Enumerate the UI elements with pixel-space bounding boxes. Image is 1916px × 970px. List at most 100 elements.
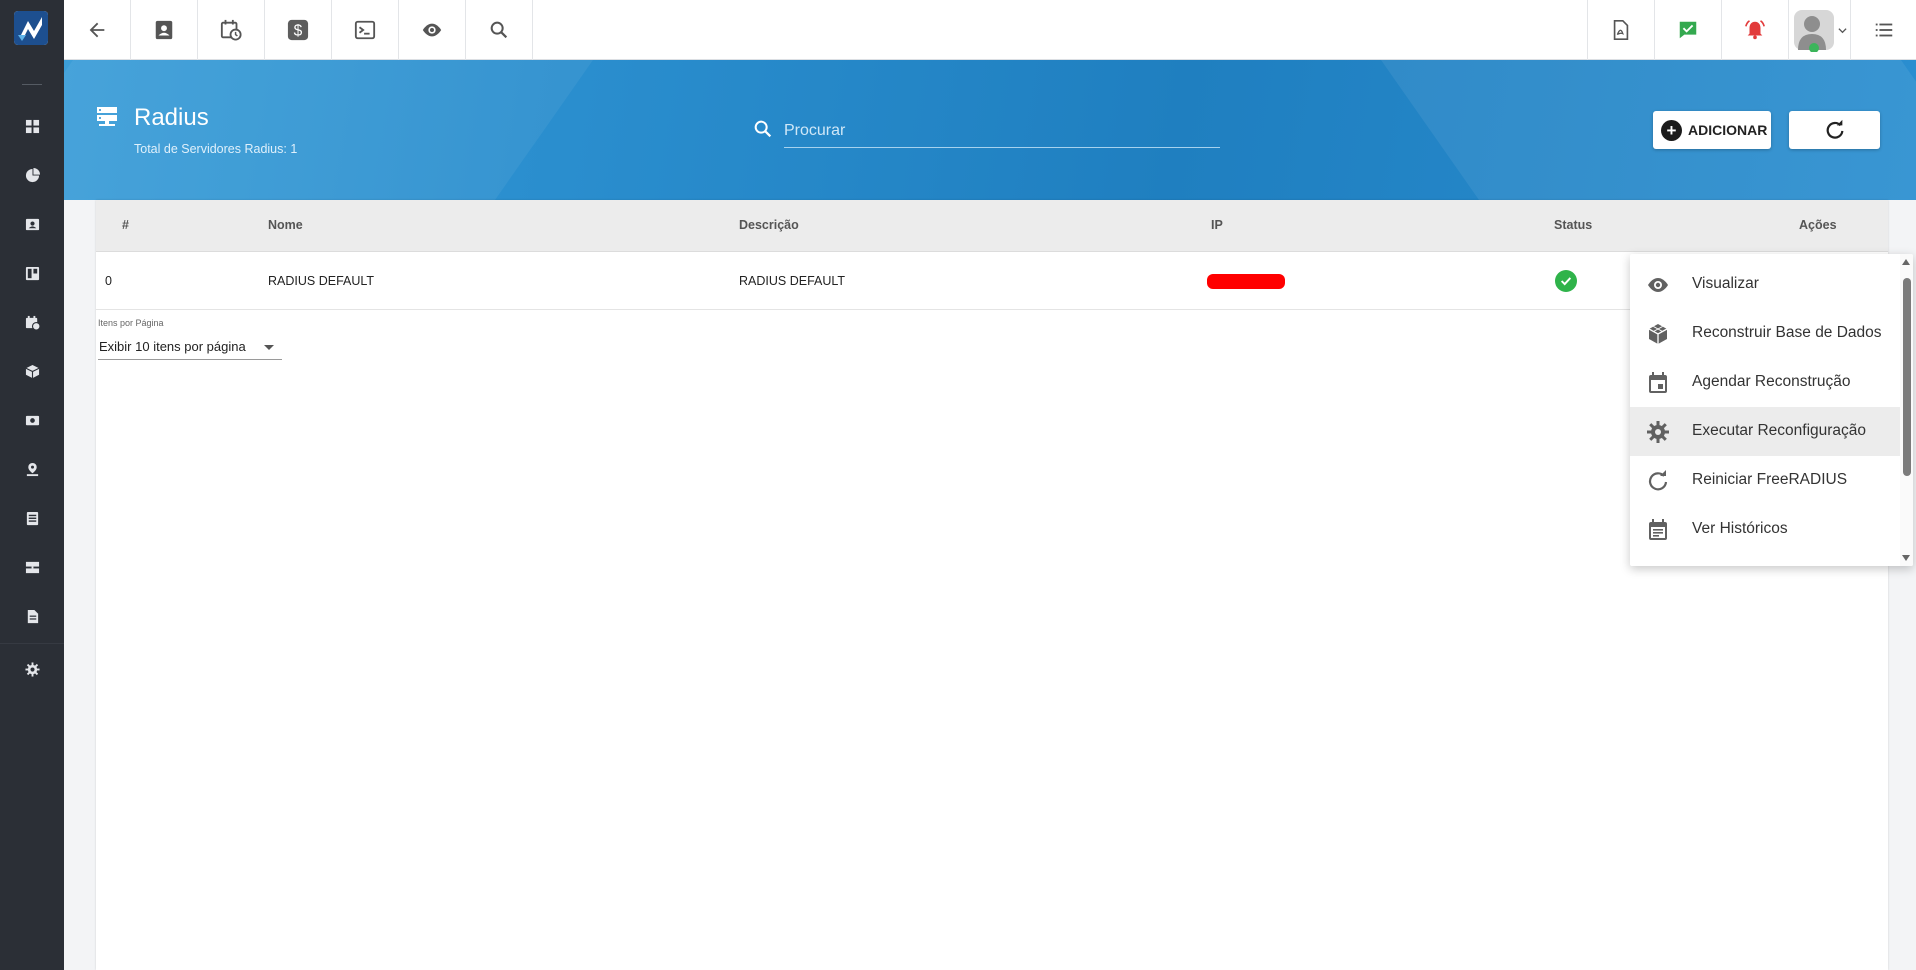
refresh-icon — [1648, 470, 1668, 491]
column-header-ip[interactable]: IP — [1211, 218, 1223, 232]
column-header-actions: Ações — [1799, 218, 1837, 232]
eye-icon — [1648, 278, 1668, 292]
dashboard-icon — [25, 119, 39, 134]
menu-list-icon — [1875, 23, 1892, 37]
sidebar-item-list[interactable] — [0, 494, 64, 543]
contact-card-icon — [155, 20, 173, 40]
sidebar-item-inventory[interactable] — [0, 347, 64, 396]
back-arrow-icon — [89, 22, 105, 38]
refresh-icon — [1826, 119, 1843, 139]
board-icon — [25, 266, 39, 281]
terminal-button[interactable] — [332, 0, 399, 60]
top-toolbar: $ — [64, 0, 1916, 60]
search-icon — [754, 120, 772, 138]
page-title: Radius — [134, 104, 209, 131]
items-per-page-select[interactable]: Exibir 10 itens por página — [98, 334, 282, 360]
document-icon — [27, 609, 38, 624]
menu-item-run-reconfiguration[interactable]: Executar Reconfiguração — [1630, 407, 1900, 456]
refresh-button[interactable] — [1789, 111, 1880, 149]
menu-item-rebuild-database[interactable]: Reconstruir Base de Dados — [1630, 309, 1900, 358]
menu-item-label: Executar Reconfiguração — [1692, 422, 1867, 439]
alarms-button[interactable] — [1721, 0, 1788, 60]
server-icon — [25, 561, 39, 574]
actions-menu: Visualizar Reconstruir Base de Dados Age… — [1630, 254, 1913, 566]
dollar-icon: $ — [287, 19, 309, 41]
ip-redaction — [1207, 274, 1285, 289]
calendar-clock-icon — [220, 19, 242, 41]
content-card: # Nome Descrição IP Status Ações 0 RADIU… — [96, 200, 1888, 970]
gear-icon — [1647, 421, 1669, 443]
schedule-button[interactable] — [198, 0, 265, 60]
search-icon — [490, 21, 508, 39]
search-button[interactable] — [466, 0, 533, 60]
user-avatar — [1794, 10, 1834, 52]
sidebar-item-settings[interactable] — [0, 645, 64, 694]
sidebar-item-schedule[interactable] — [0, 298, 64, 347]
sidebar-item-documents[interactable] — [0, 592, 64, 641]
sidebar-divider — [0, 643, 64, 644]
contacts-button[interactable] — [131, 0, 198, 60]
scroll-thumb[interactable] — [1903, 278, 1911, 476]
back-button[interactable] — [64, 0, 131, 60]
box-icon — [25, 364, 39, 379]
search-input[interactable] — [784, 114, 1220, 148]
items-per-page: Itens por Página Exibir 10 itens por pág… — [98, 318, 282, 360]
sidebar-item-reports[interactable] — [0, 151, 64, 200]
cell-num: 0 — [105, 274, 112, 288]
svg-text:$: $ — [294, 23, 303, 40]
messages-button[interactable] — [1654, 0, 1721, 60]
column-header-description[interactable]: Descrição — [739, 218, 799, 232]
pie-chart-icon — [25, 168, 40, 183]
add-button[interactable]: + ADICIONAR — [1653, 111, 1771, 149]
history-list-icon — [1649, 519, 1667, 540]
sidebar-item-contacts[interactable] — [0, 200, 64, 249]
menu-item-restart-freeradius[interactable]: Reiniciar FreeRADIUS — [1630, 456, 1900, 505]
menu-item-view-history[interactable]: Ver Históricos — [1630, 505, 1900, 554]
scroll-down-icon[interactable] — [1902, 555, 1910, 561]
column-header-num[interactable]: # — [122, 218, 129, 232]
sidebar-divider — [22, 84, 42, 85]
chat-check-icon — [1679, 21, 1697, 39]
alarm-bell-icon — [1745, 20, 1765, 40]
status-ok-icon — [1555, 270, 1577, 292]
add-button-label: ADICIONAR — [1688, 122, 1768, 138]
table-row[interactable]: 0 RADIUS DEFAULT RADIUS DEFAULT — [96, 253, 1888, 310]
chevron-down-icon — [1838, 27, 1847, 33]
user-menu-button[interactable] — [1788, 0, 1850, 60]
pdf-icon — [1613, 20, 1629, 40]
sidebar-item-servers[interactable] — [0, 543, 64, 592]
main-menu-button[interactable] — [1850, 0, 1916, 60]
terminal-icon — [354, 20, 376, 40]
menu-scrollbar[interactable] — [1900, 254, 1913, 566]
contact-icon — [25, 218, 39, 231]
menu-item-view[interactable]: Visualizar — [1630, 260, 1900, 309]
column-header-name[interactable]: Nome — [268, 218, 303, 232]
sidebar-item-board[interactable] — [0, 249, 64, 298]
scroll-up-icon[interactable] — [1902, 259, 1910, 265]
column-header-status[interactable]: Status — [1554, 218, 1592, 232]
cell-description: RADIUS DEFAULT — [739, 274, 846, 288]
money-icon — [25, 415, 39, 426]
dropdown-caret-icon — [264, 345, 274, 350]
menu-item-label: Ver Históricos — [1692, 520, 1788, 537]
menu-item-label: Visualizar — [1692, 275, 1759, 292]
app-logo[interactable] — [14, 11, 48, 45]
page-subtitle: Total de Servidores Radius: 1 — [134, 142, 298, 156]
items-per-page-value: Exibir 10 itens por página — [99, 339, 246, 354]
server-icon — [97, 107, 117, 126]
database-cube-icon — [1648, 324, 1668, 344]
sidebar-item-finance[interactable] — [0, 396, 64, 445]
pdf-button[interactable] — [1587, 0, 1654, 60]
menu-item-schedule-rebuild[interactable]: Agendar Reconstrução — [1630, 358, 1900, 407]
plus-icon: + — [1661, 119, 1682, 141]
sidebar-item-dashboard[interactable] — [0, 102, 64, 151]
settings-icon — [24, 662, 40, 677]
left-sidebar — [0, 0, 64, 970]
menu-item-label: Reconstruir Base de Dados — [1692, 324, 1882, 341]
view-button[interactable] — [399, 0, 466, 60]
items-per-page-label: Itens por Página — [98, 318, 164, 328]
calendar-icon — [25, 315, 40, 330]
sidebar-item-locations[interactable] — [0, 445, 64, 494]
menu-item-label: Agendar Reconstrução — [1692, 373, 1851, 390]
finance-button[interactable]: $ — [265, 0, 332, 60]
